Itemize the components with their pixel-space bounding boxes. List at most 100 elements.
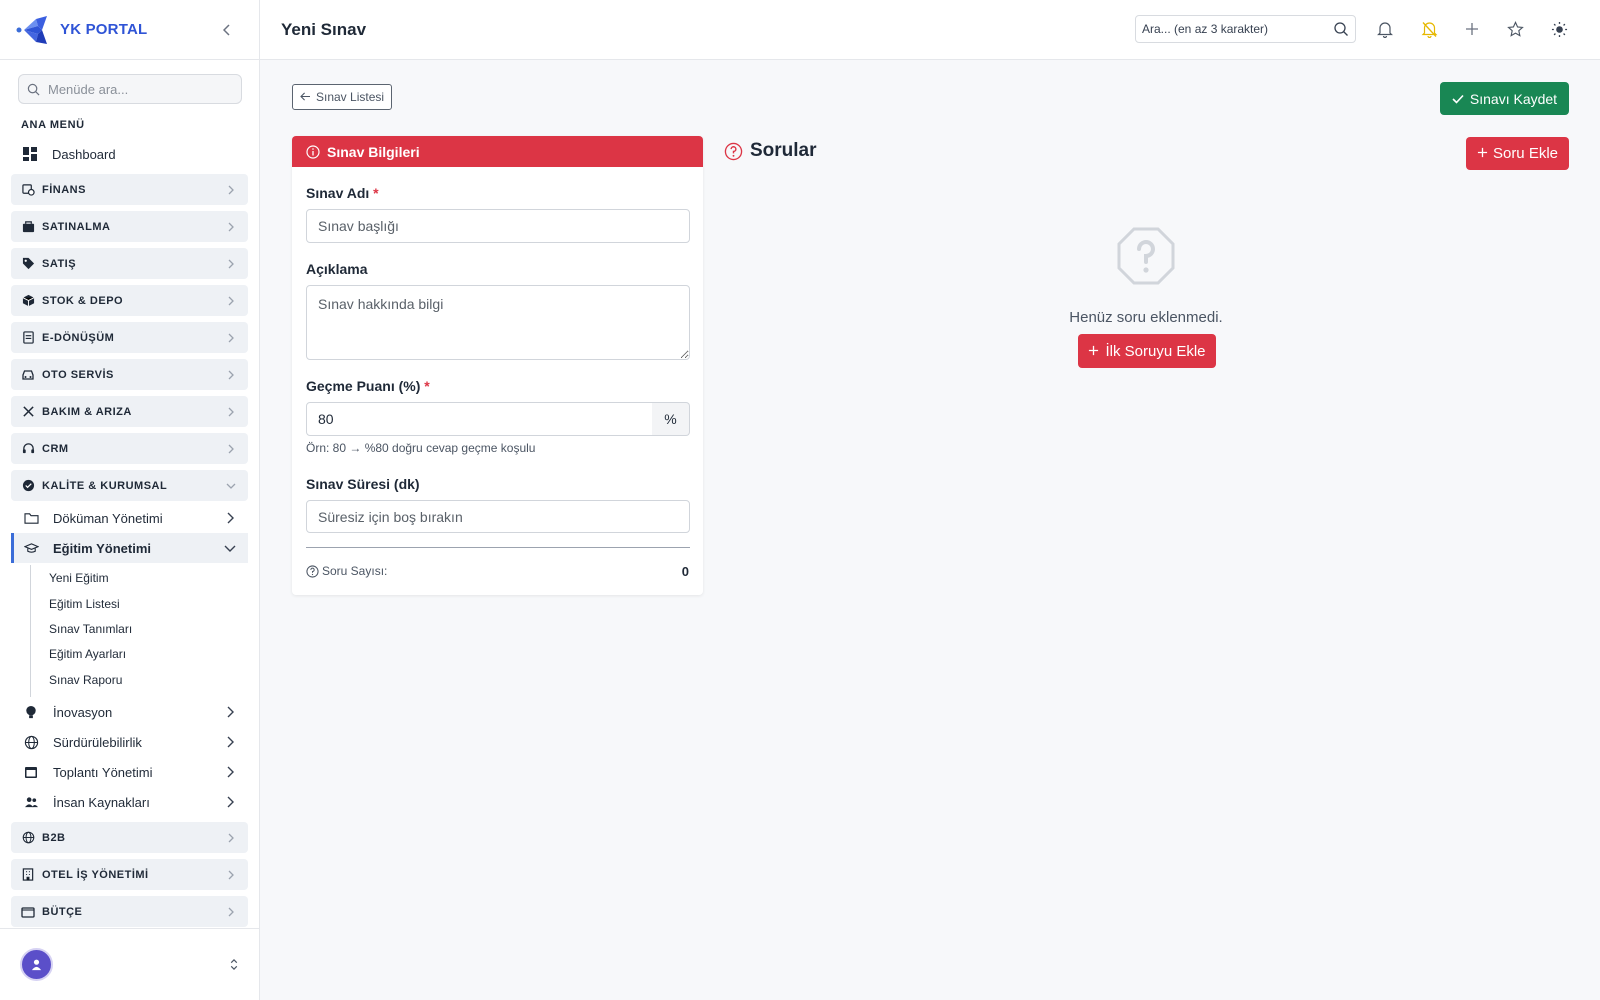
sidebar-group-label: OTEL İŞ YÖNETİMİ: [42, 868, 149, 881]
description-textarea[interactable]: [306, 285, 690, 360]
submenu-item-egitim-listesi[interactable]: Eğitim Listesi: [49, 597, 120, 611]
collapse-sidebar-icon[interactable]: [219, 22, 235, 38]
search-icon: [27, 83, 40, 95]
sidebar-group-label: B2B: [42, 831, 66, 844]
sidebar-item-label: Toplantı Yönetimi: [53, 764, 153, 780]
wallet-icon: [21, 905, 35, 919]
sun-icon[interactable]: [1550, 20, 1568, 38]
pass-score-input[interactable]: [306, 402, 653, 436]
chevron-right-icon: [224, 796, 236, 808]
submenu-guide-line: [30, 565, 31, 697]
sidebar-item-dokuman-yonetimi[interactable]: Döküman Yönetimi: [11, 503, 248, 533]
avatar[interactable]: [20, 948, 53, 981]
sidebar-group-satis[interactable]: SATIŞ: [11, 248, 248, 279]
expand-collapse-icon[interactable]: [228, 957, 240, 973]
add-first-question-label: İlk Soruyu Ekle: [1105, 342, 1206, 360]
divider: [306, 547, 690, 548]
sidebar-group-label: E-DÖNÜŞÜM: [42, 331, 115, 344]
chevron-right-icon: [226, 407, 236, 417]
sidebar-footer: [0, 928, 260, 1000]
add-question-button[interactable]: Soru Ekle: [1466, 137, 1569, 170]
questions-title: Sorular: [724, 140, 817, 162]
question-count-label: Soru Sayısı:: [306, 564, 387, 578]
tools-icon: [21, 405, 35, 419]
sidebar-group-label: KALİTE & KURUMSAL: [42, 479, 168, 492]
sidebar-group-label: CRM: [42, 442, 69, 455]
submenu-item-sinav-tanimlari[interactable]: Sınav Tanımları: [49, 622, 132, 636]
sidebar-group-label: FİNANS: [42, 183, 86, 196]
sidebar-group-label: OTO SERVİS: [42, 368, 114, 381]
brand: YK PORTAL: [0, 0, 259, 60]
tag-icon: [21, 257, 35, 271]
check-icon: [1452, 91, 1464, 107]
building-icon: [21, 868, 35, 882]
sidebar-group-b2b[interactable]: B2B: [11, 822, 248, 853]
sidebar-group-butce[interactable]: BÜTÇE: [11, 896, 248, 927]
sidebar-group-finans[interactable]: FİNANS: [11, 174, 248, 205]
sidebar-item-surdurulebilirlik[interactable]: Sürdürülebilirlik: [11, 727, 248, 757]
submenu-item-egitim-ayarlari[interactable]: Eğitim Ayarları: [49, 647, 126, 661]
question-count-value: 0: [681, 564, 689, 579]
sidebar-group-stok-depo[interactable]: STOK & DEPO: [11, 285, 248, 316]
chevron-right-icon: [226, 907, 236, 917]
star-icon[interactable]: [1506, 20, 1524, 38]
chevron-right-icon: [224, 766, 236, 778]
chevron-right-icon: [224, 706, 236, 718]
plus-icon[interactable]: [1463, 20, 1481, 38]
brand-logo-icon[interactable]: [16, 14, 50, 46]
menu-search-input[interactable]: [48, 81, 228, 97]
sidebar-item-toplanti-yonetimi[interactable]: Toplantı Yönetimi: [11, 757, 248, 787]
duration-input[interactable]: [306, 500, 690, 533]
finance-icon: [21, 183, 35, 197]
sidebar-item-dashboard[interactable]: Dashboard: [22, 142, 116, 166]
chevron-right-icon: [226, 333, 236, 343]
sidebar-group-satinalma[interactable]: SATINALMA: [11, 211, 248, 242]
sidebar-group-bakim-ariza[interactable]: BAKIM & ARIZA: [11, 396, 248, 427]
bell-slash-icon[interactable]: [1420, 20, 1438, 38]
exam-name-input[interactable]: [306, 209, 690, 243]
document-icon: [21, 331, 35, 345]
car-icon: [21, 368, 35, 382]
question-circle-icon: [724, 142, 743, 160]
global-search[interactable]: [1135, 15, 1356, 43]
sidebar-group-label: SATIŞ: [42, 257, 77, 270]
add-question-label: Soru Ekle: [1492, 145, 1559, 162]
sidebar-item-label: Döküman Yönetimi: [53, 510, 163, 526]
plus-icon: [1477, 145, 1488, 162]
global-search-input[interactable]: [1142, 22, 1322, 36]
badge-icon: [21, 479, 35, 493]
sidebar-group-e-donusum[interactable]: E-DÖNÜŞÜM: [11, 322, 248, 353]
search-icon[interactable]: [1333, 21, 1349, 37]
required-mark: *: [373, 185, 379, 201]
top-header: Yeni Sınav: [260, 0, 1600, 60]
page-title: Yeni Sınav: [281, 19, 367, 39]
graduation-icon: [23, 540, 39, 556]
exam-name-label: Sınav Adı *: [306, 185, 379, 201]
sidebar-item-inovasyon[interactable]: İnovasyon: [11, 697, 248, 727]
menu-search[interactable]: [18, 74, 242, 104]
save-exam-button[interactable]: Sınavı Kaydet: [1440, 82, 1569, 115]
sidebar-group-otel-is-yonetimi[interactable]: OTEL İŞ YÖNETİMİ: [11, 859, 248, 890]
sidebar-item-label: İnsan Kaynakları: [53, 794, 150, 810]
submenu-item-sinav-raporu[interactable]: Sınav Raporu: [49, 673, 122, 687]
chevron-right-icon: [224, 736, 236, 748]
sidebar-group-label: STOK & DEPO: [42, 294, 124, 307]
sidebar: YK PORTAL ANA MENÜ Dashboard FİNANS SATI…: [0, 0, 260, 1000]
sidebar-group-crm[interactable]: CRM: [11, 433, 248, 464]
add-first-question-button[interactable]: İlk Soruyu Ekle: [1078, 334, 1216, 368]
chevron-right-icon: [226, 870, 236, 880]
plus-icon: [1088, 343, 1099, 360]
brand-name: YK PORTAL: [60, 21, 148, 38]
exam-info-card: Sınav Bilgileri Sınav Adı * Açıklama Geç…: [292, 136, 703, 595]
sidebar-item-egitim-yonetimi[interactable]: Eğitim Yönetimi: [11, 533, 248, 563]
bag-icon: [21, 220, 35, 234]
submenu-item-yeni-egitim[interactable]: Yeni Eğitim: [49, 571, 109, 585]
section-title: ANA MENÜ: [21, 119, 85, 131]
sidebar-group-oto-servis[interactable]: OTO SERVİS: [11, 359, 248, 390]
sidebar-group-kalite-kurumsal[interactable]: KALİTE & KURUMSAL: [11, 470, 248, 501]
box-icon: [21, 294, 35, 308]
sidebar-item-insan-kaynaklari[interactable]: İnsan Kaynakları: [11, 787, 248, 817]
bell-icon[interactable]: [1376, 20, 1394, 38]
back-to-exam-list-button[interactable]: Sınav Listesi: [292, 84, 393, 110]
dashboard-icon: [23, 147, 37, 161]
